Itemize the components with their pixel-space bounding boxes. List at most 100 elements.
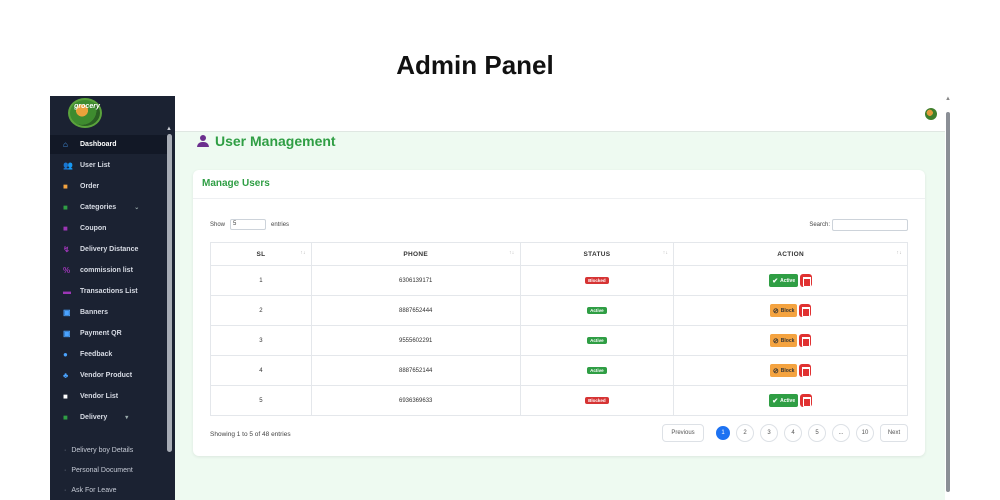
page-button-2[interactable]: 2 (736, 424, 754, 442)
home-icon: ⌂ (63, 140, 68, 149)
sidebar-item-commission-list[interactable]: % commission list (50, 261, 168, 280)
search-input[interactable] (832, 219, 908, 231)
sidebar: grocery ⌂ Dashboard 👥 User List ■ Order ■ Categ… (50, 96, 175, 500)
sidebar-item-label: Feedback (80, 351, 113, 358)
sidebar-subitem-personal-document[interactable]: Personal Document (64, 467, 132, 474)
sidebar-item-delivery[interactable]: ■ Delivery ▾ (50, 408, 168, 427)
section-title: User Management (197, 133, 336, 149)
scrollbar-thumb[interactable] (946, 112, 950, 492)
ban-icon: ⊘ (772, 337, 779, 345)
cell-status: Blocked (519, 265, 675, 296)
chevron-down-icon: ▾ (125, 415, 129, 421)
previous-button[interactable]: Previous (662, 424, 704, 442)
status-badge: Blocked (585, 397, 609, 404)
sidebar-item-payment-qr[interactable]: ▣ Payment QR (50, 324, 168, 343)
column-header-phone[interactable]: PHONE ↑↓ (310, 242, 521, 266)
folder-icon: ■ (63, 203, 68, 212)
cell-phone: 8887652144 (310, 355, 521, 386)
sidebar-subitem-delivery-boy-details[interactable]: Delivery boy Details (64, 447, 133, 454)
app-window: grocery ⌂ Dashboard 👥 User List ■ Order ■ Categ… (50, 96, 950, 500)
status-badge: Active (587, 307, 607, 314)
trash-icon[interactable] (799, 334, 812, 347)
page-button-10[interactable]: 10 (856, 424, 874, 442)
status-badge: Blocked (585, 277, 609, 284)
sidebar-item-order[interactable]: ■ Order (50, 177, 168, 196)
page-button-4[interactable]: 4 (784, 424, 802, 442)
search-label: Search: (809, 222, 830, 228)
column-header-status[interactable]: STATUS ↑↓ (519, 242, 675, 266)
chevron-down-icon: ⌄ (134, 205, 140, 211)
entries-label: entries (271, 221, 290, 228)
check-icon: ✔ (772, 397, 779, 405)
sidebar-item-user-list[interactable]: 👥 User List (50, 156, 168, 175)
table-header-row: SL ↑↓ PHONE ↑↓ STATUS ↑↓ ACTION ↑↓ (210, 242, 908, 266)
cell-action: ⊘ Block (673, 355, 908, 386)
table-row: 4 8887652144 Active ⊘ Block (210, 355, 908, 386)
sidebar-item-banners[interactable]: ▣ Banners (50, 303, 168, 322)
cell-sl: 1 (210, 265, 312, 296)
table-row: 5 6936369633 Blocked ✔ Active (210, 385, 908, 416)
sidebar-scrollbar[interactable] (167, 134, 172, 452)
sidebar-item-label: Vendor Product (80, 372, 133, 379)
search-control: Search: (809, 219, 908, 231)
table-row: 1 6306139171 Blocked ✔ Active (210, 265, 908, 296)
cell-sl: 2 (210, 295, 312, 326)
users-table: SL ↑↓ PHONE ↑↓ STATUS ↑↓ ACTION ↑↓ 1 63061391… (210, 242, 908, 416)
sidebar-item-vendor-list[interactable]: ■ Vendor List (50, 387, 168, 406)
status-badge: Active (587, 337, 607, 344)
sidebar-item-label: Transactions List (80, 288, 138, 295)
card-title: Manage Users (193, 170, 925, 199)
sidebar-item-categories[interactable]: ■ Categories ⌄ (50, 198, 168, 217)
ticket-icon: ■ (63, 224, 68, 233)
cell-sl: 5 (210, 385, 312, 416)
percent-icon: % (63, 266, 71, 275)
sidebar-item-label: commission list (80, 267, 133, 274)
status-badge: Active (587, 367, 607, 374)
page-button-ellipsis[interactable]: ... (832, 424, 850, 442)
sidebar-item-dashboard[interactable]: ⌂ Dashboard (50, 135, 168, 154)
column-header-action[interactable]: ACTION ↑↓ (673, 242, 908, 266)
page-button-5[interactable]: 5 (808, 424, 826, 442)
sidebar-item-vendor-product[interactable]: ♣ Vendor Product (50, 366, 168, 385)
sidebar-item-feedback[interactable]: ● Feedback (50, 345, 168, 364)
cell-status: Active (519, 355, 675, 386)
trash-icon[interactable] (799, 304, 812, 317)
manage-users-card: Manage Users Show 5 entries Search: SL ↑↓… (193, 170, 925, 456)
entries-select[interactable]: 5 (230, 219, 267, 230)
cell-phone: 9555602291 (310, 325, 521, 356)
scroll-up-icon[interactable]: ▲ (945, 96, 950, 102)
sidebar-item-transactions-list[interactable]: ▬ Transactions List (50, 282, 168, 301)
sidebar-item-label: Delivery Distance (80, 246, 139, 253)
next-button[interactable]: Next (880, 424, 908, 442)
block-button[interactable]: ⊘ Block (769, 304, 798, 317)
sort-icon: ↑↓ (300, 250, 306, 256)
table-info: Showing 1 to 5 of 48 entries (210, 431, 291, 438)
page-scrollbar[interactable]: ▲ (945, 96, 950, 500)
ban-icon: ⊘ (772, 307, 779, 315)
avatar[interactable] (925, 108, 937, 120)
pagination: Previous 1 2 3 4 5... 10 Next (662, 424, 908, 442)
logo[interactable]: grocery (68, 98, 102, 128)
sidebar-subitem-ask-for-leave[interactable]: Ask For Leave (64, 487, 116, 494)
drawer-icon: ■ (63, 392, 68, 401)
block-button[interactable]: ⊘ Block (769, 364, 798, 377)
page-button-1[interactable]: 1 (716, 426, 730, 440)
card-icon: ▬ (63, 287, 71, 296)
trash-icon[interactable] (800, 274, 813, 287)
activate-button[interactable]: ✔ Active (769, 274, 799, 287)
sidebar-item-coupon[interactable]: ■ Coupon (50, 219, 168, 238)
sidebar-item-label: Banners (80, 309, 109, 316)
page-button-3[interactable]: 3 (760, 424, 778, 442)
activate-button[interactable]: ✔ Active (769, 394, 799, 407)
trash-icon[interactable] (800, 394, 813, 407)
sidebar-item-delivery-distance[interactable]: ↯ Delivery Distance (50, 240, 168, 259)
sort-icon: ↑↓ (896, 250, 902, 256)
column-header-sl[interactable]: SL ↑↓ (210, 242, 312, 266)
sidebar-item-label: Dashboard (80, 141, 117, 148)
cell-action: ⊘ Block (673, 325, 908, 356)
cell-action: ⊘ Block (673, 295, 908, 326)
users-icon: 👥 (63, 161, 73, 170)
scroll-up-icon[interactable]: ▲ (166, 126, 172, 132)
block-button[interactable]: ⊘ Block (769, 334, 798, 347)
trash-icon[interactable] (799, 364, 812, 377)
